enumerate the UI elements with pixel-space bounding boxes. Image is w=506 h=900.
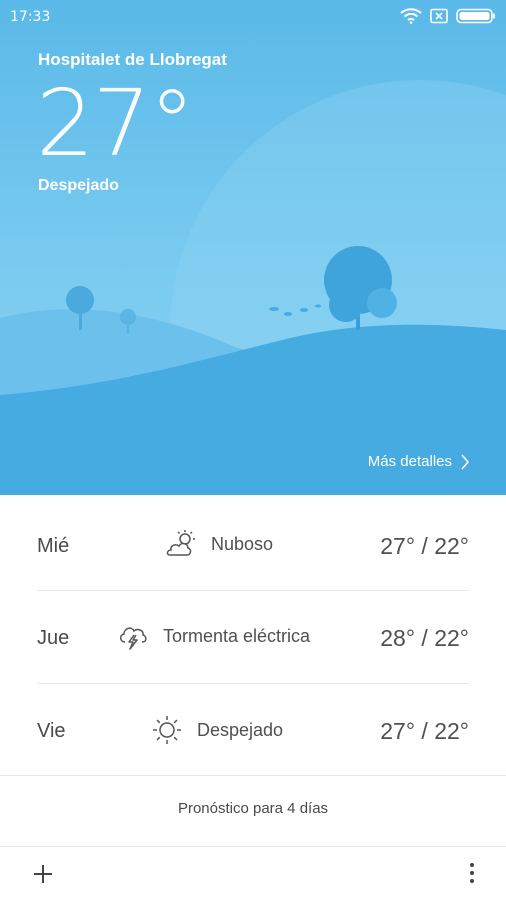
weather-hero: 17:33 Hospitalet de Llobregat 27° Despej… bbox=[0, 0, 506, 495]
forecast-row[interactable]: Mié Nuboso 27° / 22° bbox=[37, 499, 469, 591]
more-options-button[interactable] bbox=[462, 859, 482, 887]
plus-icon bbox=[34, 865, 52, 883]
partly-cloudy-icon bbox=[166, 530, 195, 556]
forecast-condition-label: Despejado bbox=[197, 719, 284, 740]
forecast-day: Jue bbox=[37, 627, 70, 649]
more-details-label: Más detalles bbox=[367, 453, 452, 470]
bottom-bar bbox=[0, 847, 506, 900]
sun-icon bbox=[153, 716, 181, 744]
forecast-4-days-link[interactable]: Pronóstico para 4 días bbox=[0, 800, 506, 817]
forecast-condition: Tormenta eléctrica bbox=[117, 621, 310, 651]
current-condition: Despejado bbox=[38, 177, 119, 194]
city-name: Hospitalet de Llobregat bbox=[38, 50, 227, 69]
forecast-condition: Despejado bbox=[151, 714, 283, 746]
more-details-link[interactable]: Más detalles bbox=[368, 453, 470, 470]
battery-icon bbox=[456, 8, 495, 24]
forecast-temperature-range: 27° / 22° bbox=[380, 533, 469, 559]
add-city-button[interactable] bbox=[30, 861, 56, 887]
forecast-day: Vie bbox=[37, 720, 66, 742]
forecast-row[interactable]: Jue Tormenta eléctrica 28° / 22° bbox=[37, 591, 469, 683]
current-temperature: 27° bbox=[36, 70, 195, 177]
status-icons bbox=[400, 8, 496, 24]
section-divider bbox=[0, 775, 506, 776]
wifi-icon bbox=[400, 8, 422, 24]
thunderstorm-icon bbox=[120, 627, 147, 650]
no-sim-icon bbox=[430, 8, 448, 24]
forecast-row[interactable]: Vie Despejado 27° / 22° bbox=[37, 684, 469, 776]
forecast-condition-label: Tormenta eléctrica bbox=[163, 625, 311, 646]
more-vertical-icon bbox=[470, 863, 474, 883]
forecast-day: Mié bbox=[37, 535, 70, 557]
status-time: 17:33 bbox=[10, 9, 51, 25]
forecast-temperature-range: 28° / 22° bbox=[380, 625, 469, 651]
forecast-condition-label: Nuboso bbox=[211, 533, 274, 554]
status-bar: 17:33 bbox=[0, 0, 506, 34]
forecast-temperature-range: 27° / 22° bbox=[380, 718, 469, 744]
chevron-right-icon bbox=[461, 453, 470, 470]
forecast-condition: Nuboso bbox=[163, 529, 273, 559]
